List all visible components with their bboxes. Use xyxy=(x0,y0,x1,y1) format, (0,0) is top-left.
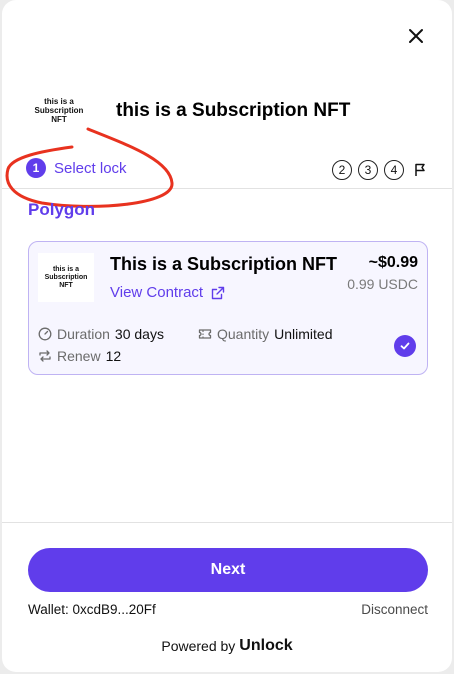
lock-price-token: 0.99 USDC xyxy=(347,276,418,292)
powered-by-label: Powered by xyxy=(161,638,236,654)
close-button[interactable] xyxy=(405,25,427,47)
view-contract-label: View Contract xyxy=(110,284,204,301)
disconnect-button[interactable]: Disconnect xyxy=(361,602,428,617)
duration-value: 30 days xyxy=(114,326,164,342)
repeat-icon xyxy=(39,350,51,362)
lock-option[interactable]: this is a Subscription NFT This is a Sub… xyxy=(28,241,428,375)
duration-label: Duration xyxy=(57,326,110,342)
powered-by[interactable]: Powered by Unlock xyxy=(2,637,452,655)
step-2[interactable]: 2 xyxy=(332,160,352,180)
lock-option-logo: this is a Subscription NFT xyxy=(38,253,94,302)
lock-logo: this is a Subscription NFT xyxy=(28,86,90,134)
step-4[interactable]: 4 xyxy=(384,160,404,180)
close-icon xyxy=(409,29,423,43)
renew-value: 12 xyxy=(105,348,122,364)
quantity-label: Quantity xyxy=(217,326,270,342)
step-3[interactable]: 3 xyxy=(358,160,378,180)
next-button[interactable]: Next xyxy=(28,548,428,592)
view-contract-link[interactable]: View Contract xyxy=(110,284,225,301)
lock-name: This is a Subscription NFT xyxy=(110,254,338,274)
flag-icon xyxy=(410,160,430,180)
quantity-info: Quantity Unlimited xyxy=(198,326,333,342)
page-title: this is a Subscription NFT xyxy=(116,100,351,121)
step-label-active: Select lock xyxy=(54,159,127,177)
ticket-icon xyxy=(198,329,212,339)
step-current: 1 Select lock xyxy=(26,158,127,178)
duration-info: Duration 30 days xyxy=(38,326,164,342)
unlock-logo: Unlock xyxy=(239,637,293,654)
stepper: 2 3 4 xyxy=(332,160,430,180)
step-number-active: 1 xyxy=(26,158,46,178)
renew-info: Renew 12 xyxy=(38,348,121,364)
network-name: Polygon xyxy=(28,200,96,219)
footer-divider xyxy=(2,522,452,523)
check-icon xyxy=(394,335,416,357)
renew-label: Renew xyxy=(57,348,101,364)
quantity-value: Unlimited xyxy=(274,326,333,342)
checkout-modal: this is a Subscription NFT this is a Sub… xyxy=(2,0,452,672)
lock-price: ~$0.99 xyxy=(368,254,418,271)
header-divider xyxy=(2,188,452,189)
clock-icon xyxy=(38,327,52,341)
external-link-icon xyxy=(211,286,225,299)
wallet-address: Wallet: 0xcdB9...20Ff xyxy=(28,602,156,617)
